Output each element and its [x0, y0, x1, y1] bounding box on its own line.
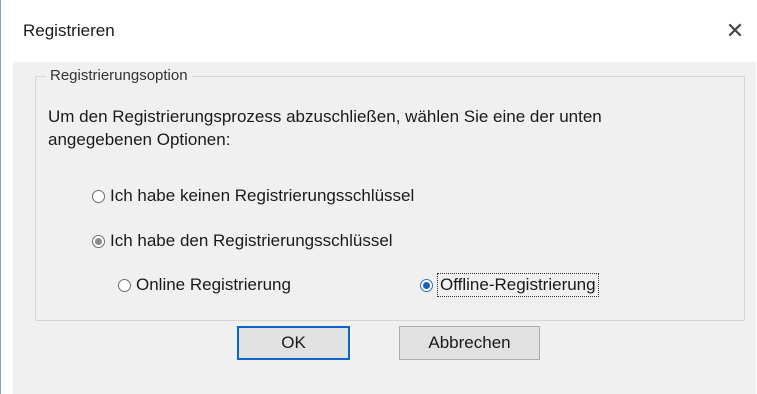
radio-online[interactable]: Online Registrierung — [118, 275, 291, 295]
close-icon: ✕ — [725, 18, 745, 43]
radio-button-unchecked[interactable] — [92, 189, 105, 203]
register-dialog: Registrieren ✕ Registrierungsoption Um d… — [0, 0, 757, 394]
group-legend: Registrierungsoption — [46, 67, 192, 84]
radio-offline[interactable]: Offline-Registrierung — [420, 273, 599, 297]
radio-button-unchecked[interactable] — [118, 278, 131, 292]
radio-no-key[interactable]: Ich habe keinen Registrierungsschlüssel — [92, 186, 414, 206]
cancel-button[interactable]: Abbrechen — [399, 326, 540, 360]
close-button[interactable]: ✕ — [717, 14, 753, 48]
dialog-content: Registrierungsoption Um den Registrierun… — [13, 62, 756, 394]
window-title: Registrieren — [23, 21, 115, 40]
instruction-text: Um den Registrierungsprozess abzuschließ… — [48, 107, 602, 149]
radio-have-key[interactable]: Ich habe den Registrierungsschlüssel — [92, 231, 393, 251]
ok-button[interactable]: OK — [237, 326, 350, 360]
radio-no-key-label: Ich habe keinen Registrierungsschlüssel — [110, 186, 415, 205]
radio-online-label: Online Registrierung — [136, 275, 291, 294]
radio-button-checked[interactable] — [420, 278, 433, 292]
radio-offline-label: Offline-Registrierung — [437, 273, 599, 297]
radio-have-key-label: Ich habe den Registrierungsschlüssel — [110, 231, 393, 250]
radio-button-checked[interactable] — [92, 234, 105, 248]
registration-option-group: Registrierungsoption Um den Registrierun… — [35, 67, 745, 321]
title-bar: Registrieren ✕ — [1, 0, 757, 62]
